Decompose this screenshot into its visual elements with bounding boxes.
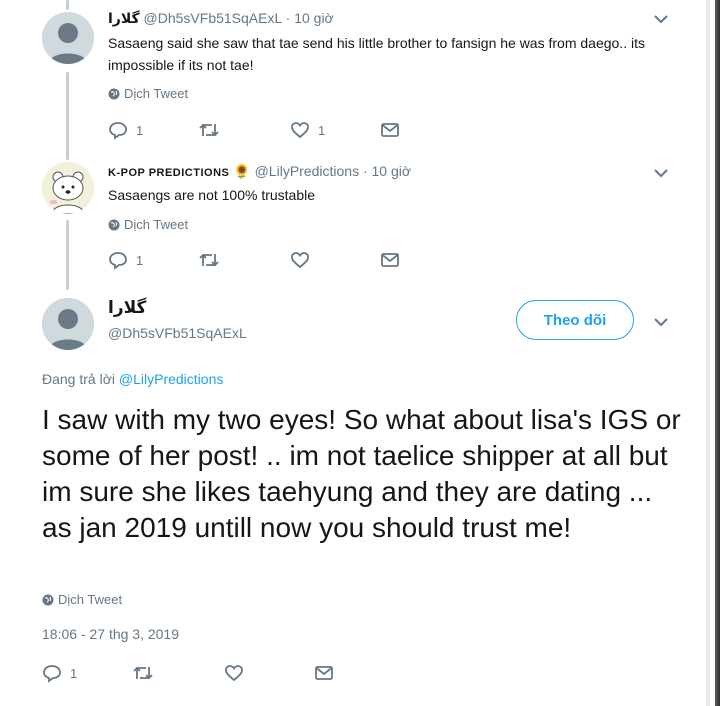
tweet-text: Sasaeng said she saw that tae send his l… bbox=[108, 35, 645, 73]
reply-icon bbox=[109, 122, 127, 140]
chevron-down-icon[interactable] bbox=[652, 313, 670, 331]
reply-count: 1 bbox=[136, 122, 144, 138]
retweet-icon bbox=[199, 123, 219, 137]
tweet-actions: 1 bbox=[42, 663, 342, 683]
reply-button[interactable]: 1 bbox=[108, 250, 143, 270]
tweet-header: K-POP PREDICTIONS 🌻 @LilyPredictions · 1… bbox=[108, 163, 411, 180]
main-user-name[interactable]: گلارا bbox=[108, 298, 146, 318]
reply-button[interactable]: 1 bbox=[108, 120, 143, 140]
thread-line bbox=[66, 0, 69, 10]
user-name[interactable]: K-POP PREDICTIONS bbox=[108, 167, 229, 179]
translate-label: Dịch Tweet bbox=[58, 592, 123, 607]
retweet-icon bbox=[133, 666, 153, 680]
replying-to-link[interactable]: @LilyPredictions bbox=[119, 371, 223, 387]
tweet-actions: 1 1 bbox=[108, 120, 408, 140]
heart-icon bbox=[291, 122, 309, 139]
retweet-button[interactable] bbox=[198, 250, 228, 270]
tweet-time[interactable]: · 10 giờ bbox=[286, 10, 334, 26]
chevron-down-icon[interactable] bbox=[652, 164, 670, 182]
direct-message-button[interactable] bbox=[380, 250, 400, 270]
avatar[interactable] bbox=[42, 162, 94, 214]
polar-bear-avatar-icon bbox=[42, 162, 94, 214]
reply-button[interactable]: 1 bbox=[42, 663, 77, 683]
heart-icon bbox=[225, 665, 243, 682]
thread-line bbox=[66, 220, 69, 290]
translate-label: Dịch Tweet bbox=[124, 86, 189, 101]
main-tweet-text: I saw with my two eyes! So what about li… bbox=[42, 404, 681, 543]
translate-tweet-link[interactable]: Dịch Tweet bbox=[108, 217, 188, 232]
translate-tweet-link[interactable]: Dịch Tweet bbox=[42, 592, 122, 607]
tweet-text: Sasaengs are not 100% trustable bbox=[108, 187, 316, 203]
tweet-actions: 1 bbox=[108, 250, 408, 270]
tweet-time[interactable]: · 10 giờ bbox=[363, 163, 411, 179]
sunflower-emoji: 🌻 bbox=[233, 163, 251, 179]
reply-icon bbox=[43, 665, 61, 683]
reply-count: 1 bbox=[70, 665, 78, 681]
envelope-icon bbox=[381, 123, 399, 137]
translate-tweet-link[interactable]: Dịch Tweet bbox=[108, 86, 188, 101]
heart-icon bbox=[291, 252, 309, 269]
user-name[interactable]: گلارا bbox=[108, 10, 140, 26]
tweet-timestamp[interactable]: 18:06 - 27 thg 3, 2019 bbox=[42, 626, 179, 642]
reply-icon bbox=[109, 252, 127, 270]
avatar[interactable] bbox=[42, 298, 94, 350]
like-button[interactable] bbox=[224, 663, 252, 683]
direct-message-button[interactable] bbox=[380, 120, 400, 140]
chevron-down-icon[interactable] bbox=[652, 10, 670, 28]
retweet-button[interactable] bbox=[198, 120, 228, 140]
thread-line bbox=[66, 72, 69, 160]
envelope-icon bbox=[315, 666, 333, 680]
main-user-handle[interactable]: @Dh5sVFb51SqAExL bbox=[108, 325, 247, 341]
globe-icon bbox=[42, 594, 54, 605]
reply-count: 1 bbox=[136, 252, 144, 268]
direct-message-button[interactable] bbox=[314, 663, 334, 683]
like-button[interactable] bbox=[290, 250, 318, 270]
follow-button[interactable]: Theo dõi bbox=[516, 300, 634, 340]
avatar[interactable] bbox=[42, 12, 94, 64]
default-person-avatar-icon bbox=[42, 12, 94, 64]
user-handle[interactable]: @LilyPredictions bbox=[255, 163, 359, 179]
retweet-button[interactable] bbox=[132, 663, 162, 683]
globe-icon bbox=[108, 219, 120, 230]
default-person-avatar-icon bbox=[42, 298, 94, 350]
retweet-icon bbox=[199, 253, 219, 267]
like-button[interactable]: 1 bbox=[290, 120, 325, 140]
translate-label: Dịch Tweet bbox=[124, 217, 189, 232]
window-right-border bbox=[706, 0, 720, 706]
tweet-header: گلارا @Dh5sVFb51SqAExL · 10 giờ bbox=[108, 10, 334, 27]
envelope-icon bbox=[381, 253, 399, 267]
replying-to: Đang trả lời @LilyPredictions bbox=[42, 371, 223, 387]
globe-icon bbox=[108, 88, 120, 99]
like-count: 1 bbox=[318, 122, 326, 138]
user-handle[interactable]: @Dh5sVFb51SqAExL bbox=[144, 10, 282, 26]
replying-prefix: Đang trả lời bbox=[42, 371, 115, 387]
